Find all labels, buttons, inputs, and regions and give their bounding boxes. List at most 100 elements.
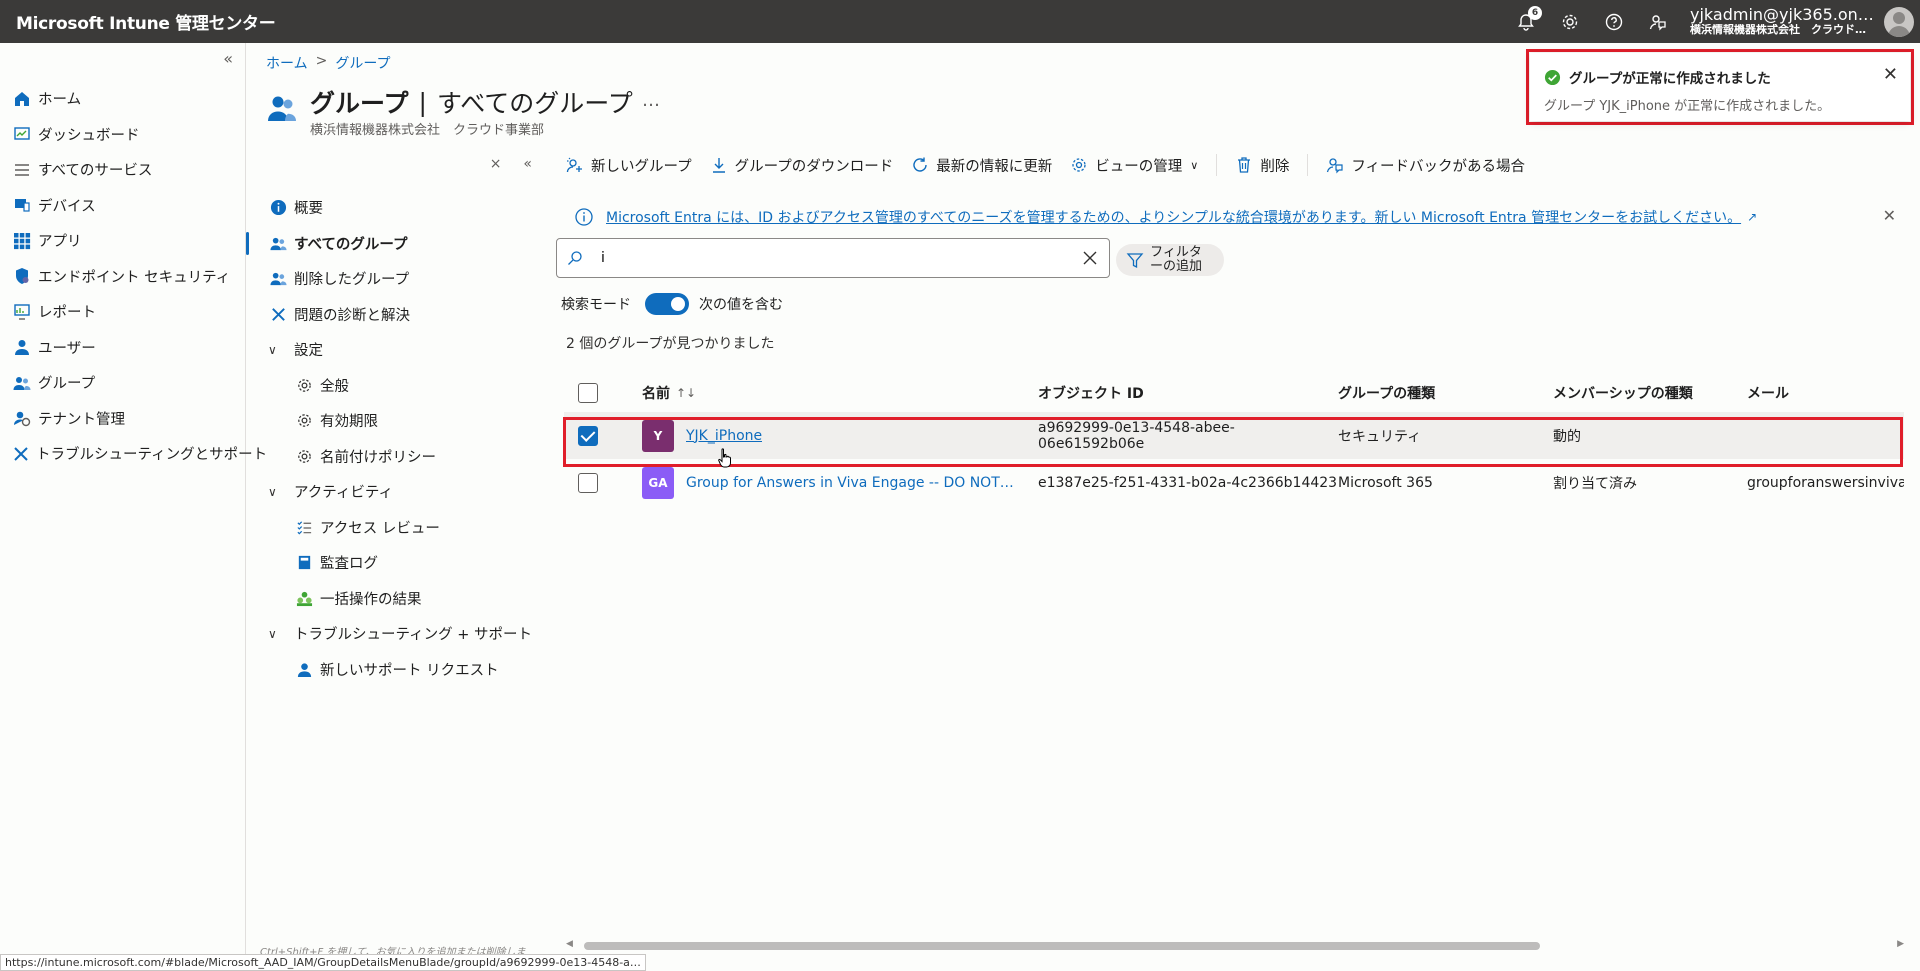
user-org: 横浜情報機器株式会社 クラウド… [1690, 24, 1866, 36]
home-icon [15, 91, 29, 106]
add-filter-label: フィルタ ーの追加 [1150, 245, 1203, 274]
entra-admin-center-link[interactable]: Microsoft Entra には、ID およびアクセス管理のすべてのニーズを… [606, 207, 1741, 227]
toast-title: グループが正常に作成されました [1569, 71, 1771, 87]
menu-item-access-reviews[interactable]: アクセス レビュー [246, 510, 540, 546]
menu-item-deleted-groups[interactable]: 削除したグループ [246, 261, 540, 297]
nav-item-label: デバイス [38, 198, 96, 215]
menu-item-audit-logs[interactable]: 監査ログ [246, 545, 540, 581]
nav-item-all-services[interactable]: すべてのサービス [0, 152, 245, 188]
status-bar-url: https://intune.microsoft.com/#blade/Micr… [0, 954, 646, 971]
feedback-person-icon [1649, 14, 1666, 31]
collapse-nav-button[interactable]: « [223, 49, 233, 68]
menu-item-label: 新しいサポート リクエスト [320, 662, 499, 679]
more-options-button[interactable]: … [642, 90, 660, 111]
help-icon [1605, 13, 1623, 30]
nav-item-devices[interactable]: デバイス [0, 188, 245, 224]
menu-section-settings[interactable]: ∨ 設定 [246, 332, 540, 368]
scroll-left-arrow[interactable]: ◀ [566, 939, 573, 949]
menu-item-diagnose[interactable]: 問題の診断と解決 [246, 297, 540, 333]
row-checkbox[interactable] [578, 472, 598, 493]
notifications-button[interactable]: 6 [1504, 0, 1548, 43]
page-title-main: グループ [310, 89, 409, 118]
clear-search-icon[interactable] [1081, 249, 1099, 267]
download-groups-label: グループのダウンロード [734, 158, 894, 175]
nav-item-reports[interactable]: レポート [0, 294, 245, 330]
scroll-right-arrow[interactable]: ▶ [1897, 939, 1904, 949]
scrollbar-thumb[interactable] [584, 942, 1540, 950]
manage-view-button[interactable]: ビューの管理 ∨ [1070, 155, 1198, 176]
column-header-name[interactable]: 名前 ↑↓ [628, 383, 1038, 403]
nav-item-users[interactable]: ユーザー [0, 330, 245, 366]
menu-section-troubleshooting[interactable]: ∨ トラブルシューティング + サポート [246, 616, 540, 652]
column-header-object-id[interactable]: オブジェクト ID [1038, 383, 1338, 403]
nav-item-endpoint-security[interactable]: エンドポイント セキュリティ [0, 259, 245, 295]
nav-item-label: ホーム [38, 92, 82, 109]
devices-icon [15, 199, 30, 212]
cell-group-type: Microsoft 365 [1338, 474, 1433, 491]
table-header: 名前 ↑↓ オブジェクト ID グループの種類 メンバーシップの種類 メール [564, 374, 1904, 412]
result-count: 2 個のグループが見つかりました [566, 336, 775, 352]
breadcrumb-groups[interactable]: グループ [335, 53, 390, 73]
support-person-icon [297, 663, 311, 677]
help-button[interactable] [1592, 0, 1636, 43]
group-avatar: GA [642, 466, 674, 499]
select-all-checkbox[interactable] [578, 383, 598, 403]
add-filter-button[interactable]: フィルタ ーの追加 [1116, 244, 1224, 276]
toast-message: グループ YJK_iPhone が正常に作成されました。 [1544, 99, 1831, 114]
group-menu-list: 概要 すべてのグループ 削除したグループ 問題の診断と解決 ∨ 設定 全般 有効… [246, 190, 540, 687]
nav-item-home[interactable]: ホーム [0, 81, 245, 117]
menu-item-bulk-results[interactable]: 一括操作の結果 [246, 581, 540, 617]
hand-cursor-icon [718, 448, 731, 468]
menu-item-all-groups[interactable]: すべてのグループ [246, 226, 540, 262]
highlight-selected-row [563, 417, 1903, 467]
nav-item-troubleshooting[interactable]: トラブルシューティングとサポート [0, 436, 267, 472]
sort-icon[interactable]: ↑↓ [676, 386, 696, 400]
download-groups-button[interactable]: グループのダウンロード [710, 155, 894, 176]
feedback-button[interactable] [1636, 0, 1680, 43]
menu-item-new-support-request[interactable]: 新しいサポート リクエスト [246, 652, 540, 688]
delete-label: 削除 [1260, 158, 1290, 175]
menu-item-label: アクセス レビュー [320, 520, 440, 537]
nav-item-apps[interactable]: アプリ [0, 223, 245, 259]
delete-button[interactable]: 削除 [1235, 155, 1289, 176]
nav-item-dashboard[interactable]: ダッシュボード [0, 117, 245, 153]
menu-item-general[interactable]: 全般 [246, 368, 540, 404]
groups-page-icon [268, 96, 296, 121]
nav-item-tenant-admin[interactable]: テナント管理 [0, 401, 245, 437]
chevron-down-icon: ∨ [268, 342, 277, 357]
menu-item-expiration[interactable]: 有効期限 [246, 403, 540, 439]
close-toast-button[interactable]: ✕ [1883, 64, 1898, 85]
column-header-group-type[interactable]: グループの種類 [1338, 383, 1553, 403]
settings-button[interactable] [1548, 0, 1592, 43]
search-input[interactable] [601, 250, 1081, 266]
menu-item-naming-policy[interactable]: 名前付けポリシー [246, 439, 540, 475]
horizontal-scrollbar[interactable]: ◀ ▶ [566, 939, 1904, 951]
column-header-mail[interactable]: メール [1747, 383, 1904, 403]
info-circle-icon [575, 208, 593, 226]
menu-collapse-button[interactable]: « [523, 156, 532, 172]
feedback-button-toolbar[interactable]: フィードバックがある場合 [1326, 155, 1525, 176]
add-group-icon [566, 157, 582, 173]
column-header-membership-type[interactable]: メンバーシップの種類 [1553, 383, 1747, 403]
search-mode: 検索モード 次の値を含む [561, 293, 783, 315]
menu-section-activity[interactable]: ∨ アクティビティ [246, 474, 540, 510]
group-name-link[interactable]: Group for Answers in Viva Engage -- DO N… [686, 475, 1016, 491]
trash-icon [1238, 157, 1251, 173]
page-title-pipe: | [418, 87, 427, 117]
close-banner-button[interactable]: ✕ [1883, 206, 1896, 225]
menu-item-overview[interactable]: 概要 [246, 190, 540, 226]
nav-item-groups[interactable]: グループ [0, 365, 245, 401]
new-group-button[interactable]: 新しいグループ [566, 155, 692, 176]
app-title[interactable]: Microsoft Intune 管理センター [16, 9, 276, 34]
menu-close-button[interactable]: × [490, 156, 502, 172]
refresh-button[interactable]: 最新の情報に更新 [911, 155, 1052, 176]
account-menu[interactable]: yjkadmin@yjk365.on… 横浜情報機器株式会社 クラウド… [1690, 7, 1880, 35]
download-icon [712, 158, 725, 173]
menu-item-label: 一括操作の結果 [320, 591, 422, 608]
search-mode-toggle[interactable] [645, 293, 689, 315]
breadcrumb-home[interactable]: ホーム [266, 53, 308, 73]
menu-item-label: 監査ログ [320, 556, 378, 573]
page-title: グループ | すべてのグループ [310, 84, 633, 120]
log-book-icon [298, 556, 310, 570]
avatar[interactable] [1884, 6, 1914, 37]
